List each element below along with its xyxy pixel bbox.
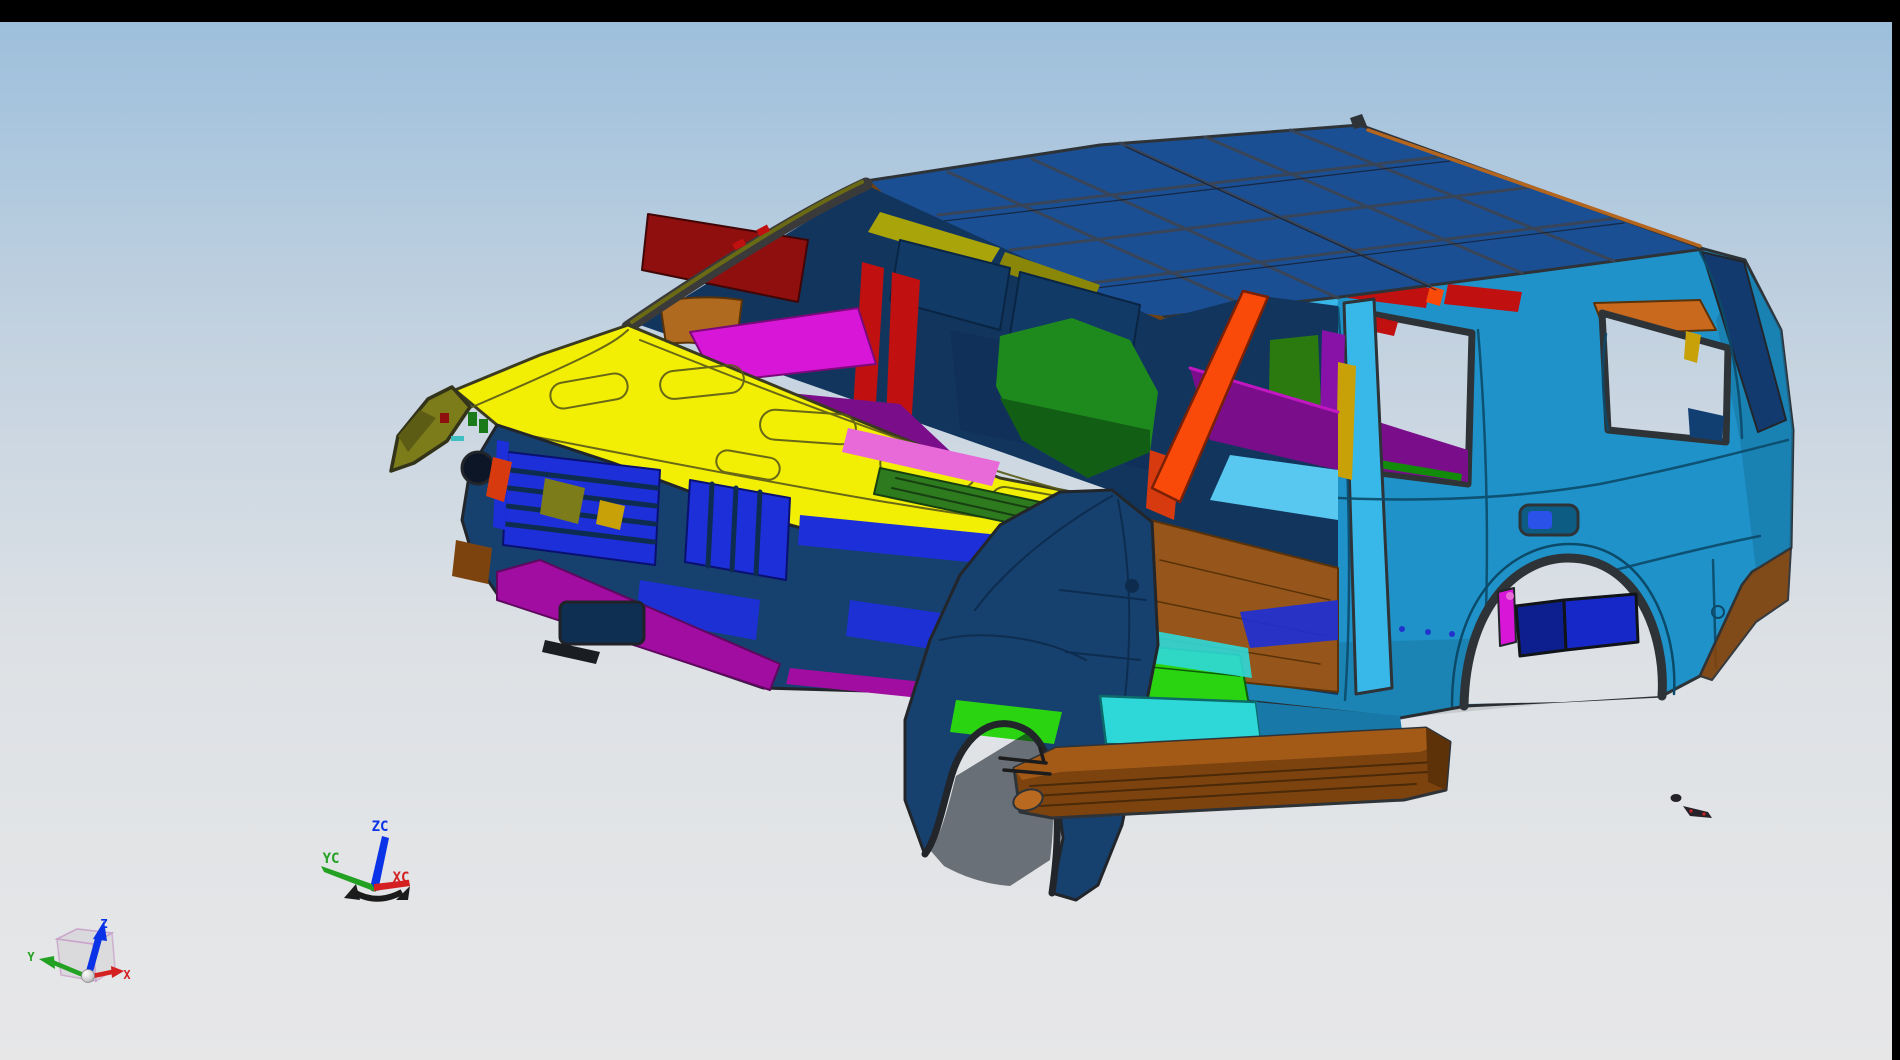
wcs-z-label: ZC xyxy=(372,819,389,835)
front-lower-member xyxy=(560,602,644,644)
wcs-x-label: XC xyxy=(393,870,410,886)
cad-window: ZC YC XC Z Y X xyxy=(0,0,1900,1060)
viewport-3d[interactable]: ZC YC XC Z Y X xyxy=(0,0,1900,1060)
cube-z-label: Z xyxy=(100,917,107,931)
door-handle xyxy=(1520,505,1578,535)
cube-origin-sphere[interactable] xyxy=(82,970,95,983)
cube-y-label: Y xyxy=(27,950,35,964)
wcs-y-label: YC xyxy=(323,851,340,867)
cube-x-label: X xyxy=(123,968,131,982)
